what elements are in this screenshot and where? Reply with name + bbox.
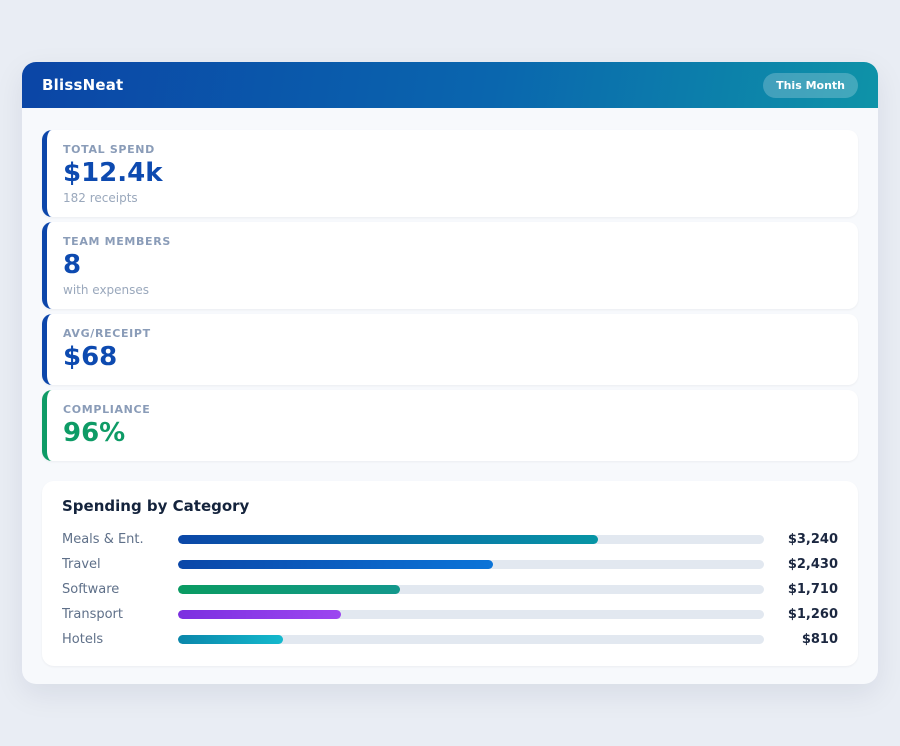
stat-value: 8 (63, 251, 842, 281)
category-value: $1,260 (776, 607, 838, 622)
category-label: Travel (62, 557, 178, 572)
category-label: Transport (62, 607, 178, 622)
category-value: $2,430 (776, 557, 838, 572)
stat-subtext: with expenses (63, 283, 842, 297)
spending-row-transport: Transport $1,260 (62, 602, 838, 627)
stat-label: COMPLIANCE (63, 403, 842, 416)
bar-track (178, 610, 764, 619)
spending-by-category-card: Spending by Category Meals & Ent. $3,240… (42, 481, 858, 666)
bar-fill (178, 535, 598, 544)
bar-track (178, 585, 764, 594)
app-header: BlissNeat This Month (22, 62, 878, 108)
stat-label: AVG/RECEIPT (63, 327, 842, 340)
category-value: $1,710 (776, 582, 838, 597)
bar-track (178, 560, 764, 569)
spending-row-hotels: Hotels $810 (62, 627, 838, 652)
spending-title: Spending by Category (62, 497, 838, 515)
bar-fill (178, 585, 400, 594)
spending-row-software: Software $1,710 (62, 577, 838, 602)
stat-subtext: 182 receipts (63, 191, 842, 205)
category-label: Software (62, 582, 178, 597)
bar-track (178, 635, 764, 644)
stat-card-avg-receipt: AVG/RECEIPT $68 (42, 314, 858, 385)
stat-value: $12.4k (63, 159, 842, 189)
stat-value: 96% (63, 419, 842, 449)
dashboard-content: TOTAL SPEND $12.4k 182 receipts TEAM MEM… (22, 108, 878, 684)
stats-list: TOTAL SPEND $12.4k 182 receipts TEAM MEM… (42, 130, 858, 461)
bar-fill (178, 635, 283, 644)
dashboard-panel: BlissNeat This Month TOTAL SPEND $12.4k … (22, 62, 878, 684)
stat-label: TOTAL SPEND (63, 143, 842, 156)
bar-fill (178, 610, 341, 619)
bar-track (178, 535, 764, 544)
stat-value: $68 (63, 343, 842, 373)
spending-row-travel: Travel $2,430 (62, 552, 838, 577)
stat-card-team-members: TEAM MEMBERS 8 with expenses (42, 222, 858, 309)
stat-card-total-spend: TOTAL SPEND $12.4k 182 receipts (42, 130, 858, 217)
category-value: $3,240 (776, 532, 838, 547)
stat-label: TEAM MEMBERS (63, 235, 842, 248)
period-badge[interactable]: This Month (763, 73, 858, 98)
bar-fill (178, 560, 493, 569)
stat-card-compliance: COMPLIANCE 96% (42, 390, 858, 461)
spending-rows: Meals & Ent. $3,240 Travel $2,430 Softwa… (62, 527, 838, 652)
category-label: Meals & Ent. (62, 532, 178, 547)
category-value: $810 (776, 632, 838, 647)
app-title: BlissNeat (42, 76, 123, 94)
category-label: Hotels (62, 632, 178, 647)
spending-row-meals: Meals & Ent. $3,240 (62, 527, 838, 552)
